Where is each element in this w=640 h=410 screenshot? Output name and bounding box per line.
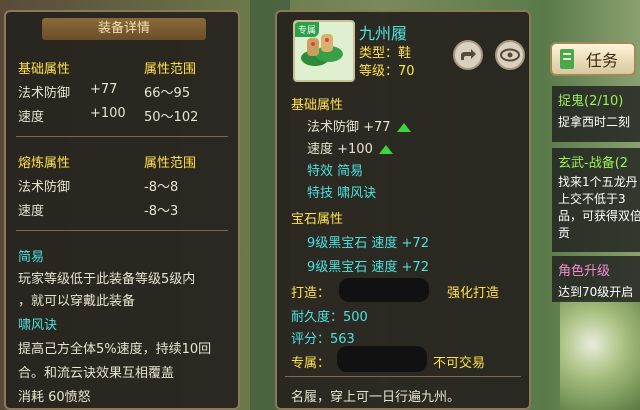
task-item[interactable]: 角色升级 达到70级开启: [552, 256, 640, 302]
task-item[interactable]: 捉鬼(2/10) 捉拿西时二刻: [552, 86, 640, 142]
arrow-up-icon: [378, 145, 393, 154]
share-icon: [461, 49, 476, 60]
special-effect-desc: ，就可以穿戴此装备: [18, 294, 136, 309]
base-attr-value: +100: [90, 106, 126, 121]
panel-title: 装备详情: [42, 18, 206, 40]
base-attr-header: 基础属性: [291, 98, 344, 113]
refine-range-header: 属性范围: [144, 156, 197, 171]
item-icon[interactable]: 专属: [293, 20, 355, 82]
gem-header: 宝石属性: [291, 212, 344, 227]
item-type: 类型：鞋: [359, 46, 412, 61]
exclusive-badge: 专属: [295, 22, 320, 37]
base-attr-header: 基础属性: [18, 62, 71, 77]
maker-label: 打造：: [291, 286, 331, 301]
stat-text: 法术防御 +77: [307, 120, 391, 135]
special-effect-desc: 玩家等级低于此装备等级5级内: [18, 272, 196, 287]
task-title: 角色升级: [558, 264, 611, 279]
base-attr-range: 66～95: [144, 86, 191, 101]
item-level: 等级：70: [359, 64, 415, 79]
special-skill-desc: 合。和流云诀效果互相覆盖: [18, 366, 175, 381]
special-effect-name: 简易: [18, 250, 45, 265]
special-skill-name: 啸风诀: [18, 318, 58, 333]
gem-line: 9级黑宝石 速度 +72: [307, 260, 429, 275]
eye-icon: [500, 48, 520, 62]
exclusive-label: 专属：: [291, 356, 331, 371]
task-desc: 捉拿西时二刻: [558, 115, 631, 129]
gem-line: 9级黑宝石 速度 +72: [307, 236, 429, 251]
base-attr-name: 法术防御: [18, 86, 71, 101]
view-button[interactable]: [495, 40, 525, 70]
base-attr-name: 速度: [18, 110, 45, 125]
task-item[interactable]: 玄武-战备(2 找来1个五龙丹 上交不低于3 品，可获得双倍 贡: [552, 148, 640, 252]
item-name: 九州履: [359, 24, 408, 43]
task-desc: 贡: [558, 226, 571, 240]
score: 评分：563: [291, 332, 355, 347]
task-button-label: 任务: [586, 51, 619, 70]
base-attr-range: 50～102: [144, 110, 199, 125]
stat-text: 速度 +100: [307, 142, 373, 157]
divider: [16, 136, 228, 137]
task-desc: 找来1个五龙丹: [558, 175, 638, 189]
equipment-detail-panel: 装备详情 基础属性 属性范围 法术防御 +77 66～95 速度 +100 50…: [4, 10, 240, 410]
refine-attr-name: 速度: [18, 204, 45, 219]
refine-attr-range: -8～3: [144, 204, 179, 219]
skill-cost: 消耗 60愤怒: [18, 390, 91, 405]
forge-label: 强化打造: [447, 286, 500, 301]
item-tooltip-panel: 专属 九州履 类型：鞋 等级：70 基础属性 法术防御 +77 速度 +100 …: [275, 10, 531, 410]
range-header: 属性范围: [144, 62, 197, 77]
refine-attr-range: -8～8: [144, 180, 179, 195]
no-trade-label: 不可交易: [433, 356, 486, 371]
task-desc: 品，可获得双倍: [558, 209, 640, 223]
effect-line: 特效 简易: [307, 164, 364, 179]
task-tracker: 任务 捉鬼(2/10) 捉拿西时二刻 玄武-战备(2 找来1个五龙丹 上交不低于…: [538, 30, 640, 320]
refine-attr-name: 法术防御: [18, 180, 71, 195]
scroll-icon: [560, 49, 574, 69]
task-button[interactable]: 任务: [550, 42, 636, 76]
redacted-maker: [339, 278, 429, 302]
stat-line: 速度 +100: [307, 138, 393, 157]
divider: [16, 230, 228, 231]
task-title: 捉鬼(2/10): [558, 94, 624, 109]
arrow-up-icon: [396, 123, 411, 132]
durability: 耐久度：500: [291, 310, 368, 325]
share-button[interactable]: [453, 40, 483, 70]
task-title: 玄武-战备(2: [558, 156, 629, 171]
skill-line: 特技 啸风诀: [307, 186, 377, 201]
task-desc: 上交不低于3: [558, 192, 626, 206]
refine-attr-header: 熔炼属性: [18, 156, 71, 171]
base-attr-value: +77: [90, 82, 118, 97]
divider: [285, 376, 521, 377]
special-skill-desc: 提高己方全体5%速度，持续10回: [18, 342, 212, 357]
task-desc: 达到70级开启: [558, 285, 634, 299]
flavor-text: 名履，穿上可一日行遍九州。: [291, 390, 461, 405]
stat-line: 法术防御 +77: [307, 116, 411, 135]
redacted-owner: [337, 346, 427, 372]
